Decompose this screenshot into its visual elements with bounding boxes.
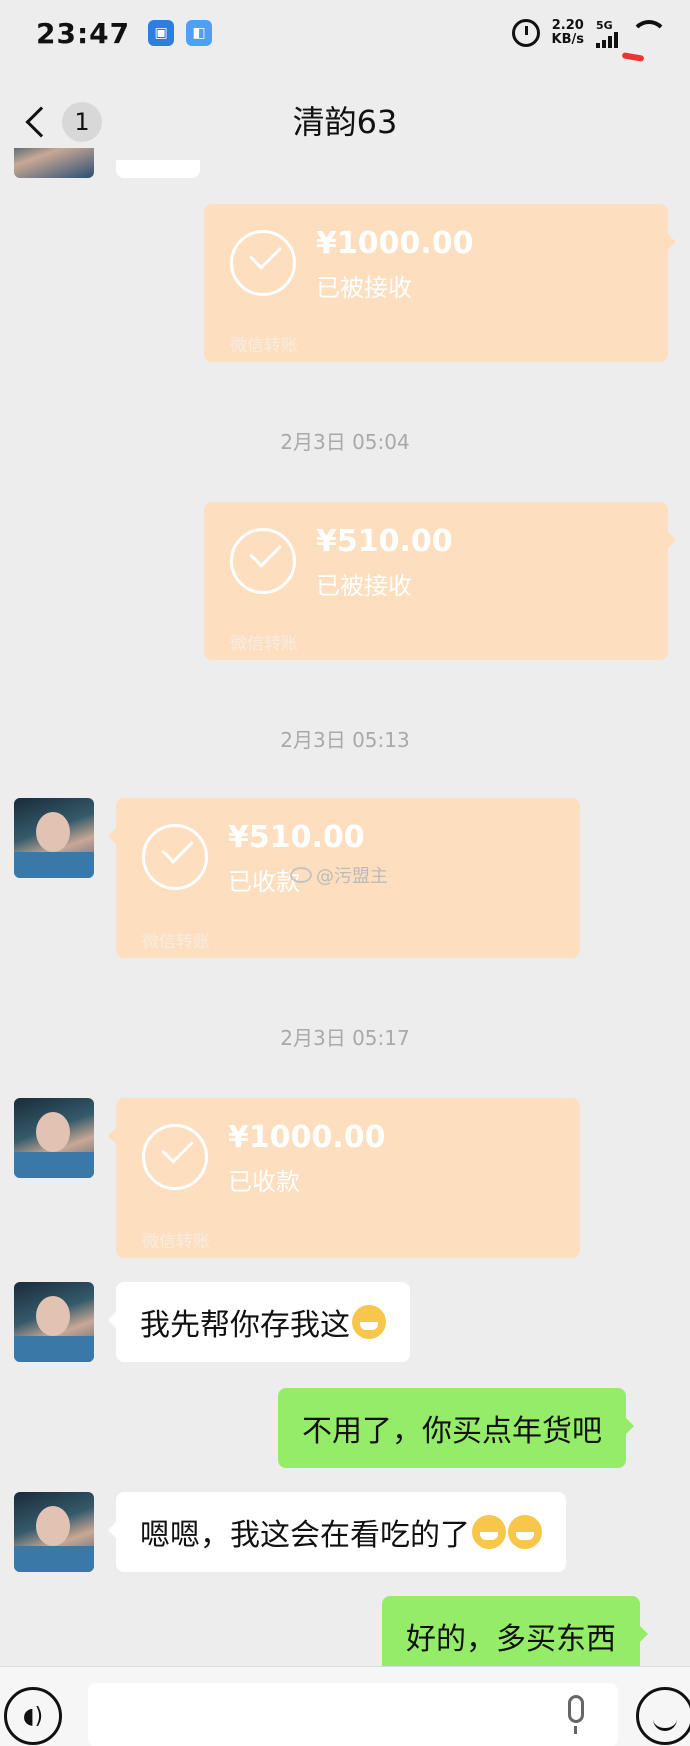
back-button[interactable]: 1 <box>22 102 102 142</box>
transfer-amount: ¥1000.00 <box>228 1120 386 1155</box>
alarm-icon <box>511 19 540 47</box>
network-type: 5G <box>596 18 613 32</box>
input-bar: ◖) <box>0 1666 690 1746</box>
transfer-card[interactable]: ¥1000.00 已收款 微信转账 <box>108 1098 580 1258</box>
check-circle-icon <box>142 824 208 890</box>
kissing-face-emoji-icon <box>352 1305 386 1339</box>
check-circle-icon <box>230 230 296 296</box>
chat-title: 清韵63 <box>292 103 398 141</box>
net-speed-value: 2.20 <box>551 18 584 33</box>
avatar[interactable] <box>14 798 94 878</box>
avatar[interactable] <box>14 1098 94 1178</box>
transfer-card[interactable]: ¥510.00 已被接收 微信转账 <box>204 502 676 660</box>
message-text: 好的，多买东西 <box>406 1622 616 1657</box>
message-text: 我先帮你存我这 <box>140 1308 350 1343</box>
status-bar: 23:47 ▣ ◧ 2.20 KB/s 5G <box>0 0 690 66</box>
notification-app-icon-2: ◧ <box>186 20 213 46</box>
transfer-footer: 微信转账 <box>230 634 298 654</box>
net-speed: 2.20 KB/s <box>552 19 584 47</box>
avatar[interactable] <box>14 148 94 178</box>
timestamp: 2月3日 05:04 <box>280 430 410 454</box>
grinning-face-emoji-icon <box>508 1515 542 1549</box>
transfer-status: 已收款 <box>228 1168 300 1196</box>
unread-badge: 1 <box>62 102 102 142</box>
wifi-icon <box>630 20 660 46</box>
status-time: 23:47 <box>36 16 131 50</box>
timestamp: 2月3日 05:13 <box>280 728 410 752</box>
signal-icon: 5G <box>596 19 618 48</box>
avatar[interactable] <box>14 1282 94 1362</box>
avatar[interactable] <box>14 1492 94 1572</box>
message-bubble[interactable]: 好的，多买东西 <box>382 1596 648 1676</box>
check-circle-icon <box>142 1124 208 1190</box>
message-bubble-partial <box>116 160 200 178</box>
chat-header: 1 清韵63 <box>0 70 690 170</box>
microphone-icon[interactable] <box>568 1695 584 1734</box>
transfer-footer: 微信转账 <box>142 1232 210 1252</box>
message-text: 嗯嗯，我这会在看吃的了 <box>140 1518 470 1553</box>
emoji-icon[interactable] <box>636 1687 690 1745</box>
watermark: @污盟主 <box>290 862 388 888</box>
notification-app-icon: ▣ <box>148 20 175 46</box>
timestamp: 2月3日 05:17 <box>280 1026 410 1050</box>
grinning-face-emoji-icon <box>472 1515 506 1549</box>
transfer-status: 已被接收 <box>316 274 412 302</box>
transfer-amount: ¥510.00 <box>316 524 453 559</box>
voice-icon[interactable]: ◖) <box>4 1687 62 1745</box>
message-bubble[interactable]: 嗯嗯，我这会在看吃的了 <box>108 1492 566 1572</box>
net-speed-unit: KB/s <box>551 32 584 47</box>
watermark-text: @污盟主 <box>316 866 388 887</box>
transfer-card[interactable]: ¥1000.00 已被接收 微信转账 <box>204 204 676 362</box>
transfer-status: 已被接收 <box>316 572 412 600</box>
message-bubble[interactable]: 不用了，你买点年货吧 <box>278 1388 634 1468</box>
transfer-amount: ¥510.00 <box>228 820 365 855</box>
status-right: 2.20 KB/s 5G <box>511 19 660 48</box>
message-text: 不用了，你买点年货吧 <box>302 1414 602 1449</box>
message-bubble[interactable]: 我先帮你存我这 <box>108 1282 410 1362</box>
chevron-left-icon <box>25 106 57 138</box>
message-input[interactable] <box>88 1683 618 1746</box>
transfer-footer: 微信转账 <box>230 336 298 356</box>
transfer-amount: ¥1000.00 <box>316 226 474 261</box>
weibo-icon <box>290 867 312 883</box>
check-circle-icon <box>230 528 296 594</box>
transfer-footer: 微信转账 <box>142 932 210 952</box>
